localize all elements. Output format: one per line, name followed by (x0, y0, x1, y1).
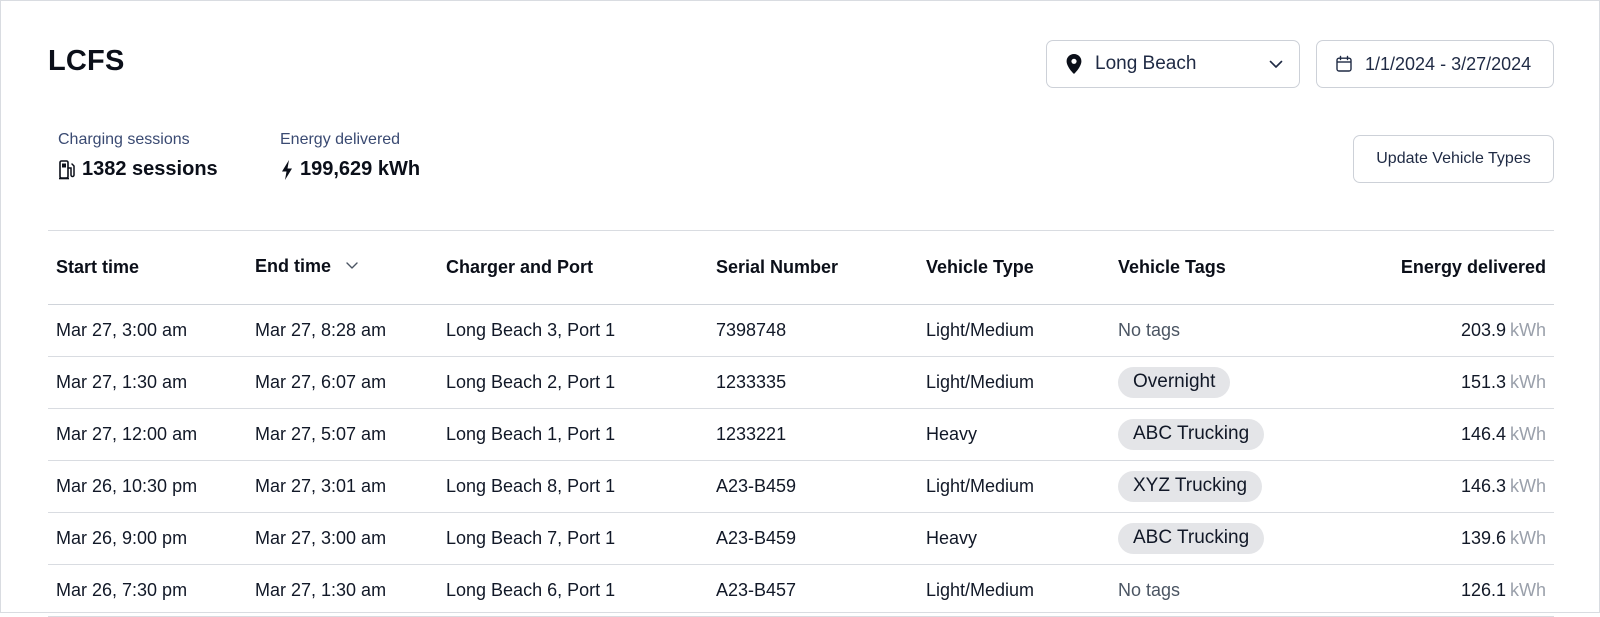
lightning-bolt-icon (280, 159, 294, 181)
cell-charger-port: Long Beach 6, Port 1 (438, 564, 708, 617)
cell-vehicle-type: Light/Medium (918, 564, 1110, 617)
cell-end-time: Mar 27, 3:00 am (247, 512, 438, 565)
table-row[interactable]: Mar 26, 7:30 pm Mar 27, 1:30 am Long Beach… (48, 564, 1554, 617)
cell-energy-delivered: 126.1 kWh (1335, 564, 1554, 617)
cell-vehicle-tags: ABC Trucking (1110, 408, 1335, 461)
cell-energy-delivered: 203.9 kWh (1335, 304, 1554, 357)
cell-energy-delivered: 151.3 kWh (1335, 356, 1554, 409)
energy-unit: kWh (1510, 319, 1546, 340)
column-header-end-time-label: End time (255, 256, 332, 277)
energy-value: 139.6 (1460, 527, 1506, 548)
location-select-value: Long Beach (1095, 53, 1197, 74)
cell-vehicle-tags: No tags (1110, 304, 1335, 357)
cell-vehicle-type: Heavy (918, 512, 1110, 565)
column-header-charger-port[interactable]: Charger and Port (438, 231, 708, 305)
location-select[interactable]: Long Beach (1046, 40, 1300, 88)
cell-serial-number: 1233335 (708, 356, 918, 409)
cell-vehicle-tags: Overnight (1110, 356, 1335, 409)
stat-energy-label: Energy delivered (280, 131, 401, 148)
table-row[interactable]: Mar 26, 10:30 pm Mar 27, 3:01 am Long Beac… (48, 460, 1554, 513)
table-row[interactable]: Mar 27, 12:00 am Mar 27, 5:07 am Long Beac… (48, 408, 1554, 461)
cell-energy-delivered: 146.4 kWh (1335, 408, 1554, 461)
energy-unit: kWh (1510, 371, 1546, 392)
cell-start-time: Mar 26, 10:30 pm (48, 460, 247, 513)
table-header-row: Start time End time Charger and Port Ser… (48, 231, 1554, 305)
page-title: LCFS (48, 45, 125, 77)
cell-end-time: Mar 27, 3:01 am (247, 460, 438, 513)
energy-value: 126.1 (1460, 579, 1506, 600)
date-range-value: 1/1/2024 - 3/27/2024 (1365, 53, 1532, 74)
page-frame: LCFS Long Beach 1/1/2024 - 3/27/2024 Cha… (0, 0, 1600, 617)
cell-vehicle-type: Light/Medium (918, 460, 1110, 513)
cell-serial-number: A23-B457 (708, 564, 918, 617)
chevron-down-icon (1267, 55, 1285, 73)
energy-unit: kWh (1510, 475, 1546, 496)
cell-vehicle-type: Light/Medium (918, 356, 1110, 409)
stat-sessions-value: 1382 sessions (82, 158, 218, 180)
cell-start-time: Mar 26, 7:30 pm (48, 564, 247, 617)
cell-start-time: Mar 26, 9:00 pm (48, 512, 247, 565)
map-pin-icon (1065, 53, 1083, 75)
cell-vehicle-tags: No tags (1110, 564, 1335, 617)
cell-serial-number: A23-B459 (708, 512, 918, 565)
energy-unit: kWh (1510, 579, 1546, 600)
calendar-icon (1335, 55, 1353, 73)
energy-value: 151.3 (1460, 371, 1506, 392)
table-row[interactable]: Mar 26, 9:00 pm Mar 27, 3:00 am Long Beach… (48, 512, 1554, 565)
energy-value: 203.9 (1460, 319, 1506, 340)
cell-serial-number: 1233221 (708, 408, 918, 461)
cell-end-time: Mar 27, 8:28 am (247, 304, 438, 357)
cell-serial-number: 7398748 (708, 304, 918, 357)
energy-unit: kWh (1510, 423, 1546, 444)
column-header-start-time[interactable]: Start time (48, 231, 247, 305)
column-header-energy-delivered[interactable]: Energy delivered (1335, 231, 1554, 305)
ev-charger-icon (58, 159, 76, 181)
table-row[interactable]: Mar 27, 1:30 am Mar 27, 6:07 am Long Beach… (48, 356, 1554, 409)
stat-energy-value: 199,629 kWh (300, 158, 421, 180)
table-row[interactable]: Mar 27, 3:00 am Mar 27, 8:28 am Long Beach… (48, 304, 1554, 357)
vehicle-tag-chip[interactable]: XYZ Trucking (1118, 470, 1263, 502)
cell-start-time: Mar 27, 1:30 am (48, 356, 247, 409)
no-tags-text: No tags (1118, 319, 1181, 340)
cell-energy-delivered: 139.6 kWh (1335, 512, 1554, 565)
energy-unit: kWh (1510, 527, 1546, 548)
column-header-vehicle-type[interactable]: Vehicle Type (918, 231, 1110, 305)
cell-charger-port: Long Beach 7, Port 1 (438, 512, 708, 565)
column-header-end-time[interactable]: End time (247, 231, 438, 305)
cell-vehicle-tags: XYZ Trucking (1110, 460, 1335, 513)
energy-value: 146.3 (1460, 475, 1506, 496)
date-range-picker[interactable]: 1/1/2024 - 3/27/2024 (1316, 40, 1554, 88)
column-header-serial-number[interactable]: Serial Number (708, 231, 918, 305)
cell-charger-port: Long Beach 1, Port 1 (438, 408, 708, 461)
update-vehicle-types-button[interactable]: Update Vehicle Types (1353, 135, 1554, 183)
stat-sessions-label: Charging sessions (58, 131, 190, 148)
cell-vehicle-type: Heavy (918, 408, 1110, 461)
vehicle-tag-chip[interactable]: ABC Trucking (1118, 418, 1265, 450)
energy-value: 146.4 (1460, 423, 1506, 444)
cell-charger-port: Long Beach 3, Port 1 (438, 304, 708, 357)
cell-end-time: Mar 27, 6:07 am (247, 356, 438, 409)
cell-vehicle-type: Light/Medium (918, 304, 1110, 357)
table-body: Mar 27, 3:00 am Mar 27, 8:28 am Long Beach… (48, 304, 1554, 617)
cell-vehicle-tags: ABC Trucking (1110, 512, 1335, 565)
cell-end-time: Mar 27, 5:07 am (247, 408, 438, 461)
cell-start-time: Mar 27, 3:00 am (48, 304, 247, 357)
sessions-table: Start time End time Charger and Port Ser… (48, 230, 1554, 617)
cell-charger-port: Long Beach 2, Port 1 (438, 356, 708, 409)
cell-charger-port: Long Beach 8, Port 1 (438, 460, 708, 513)
vehicle-tag-chip[interactable]: ABC Trucking (1118, 522, 1265, 554)
stat-charging-sessions: Charging sessions 1382 sessions (58, 131, 218, 181)
sort-descending-icon[interactable] (344, 257, 360, 278)
cell-end-time: Mar 27, 1:30 am (247, 564, 438, 617)
cell-serial-number: A23-B459 (708, 460, 918, 513)
stat-energy-delivered: Energy delivered 199,629 kWh (280, 131, 420, 181)
cell-energy-delivered: 146.3 kWh (1335, 460, 1554, 513)
cell-start-time: Mar 27, 12:00 am (48, 408, 247, 461)
vehicle-tag-chip[interactable]: Overnight (1118, 366, 1231, 398)
column-header-vehicle-tags[interactable]: Vehicle Tags (1110, 231, 1335, 305)
no-tags-text: No tags (1118, 579, 1181, 600)
